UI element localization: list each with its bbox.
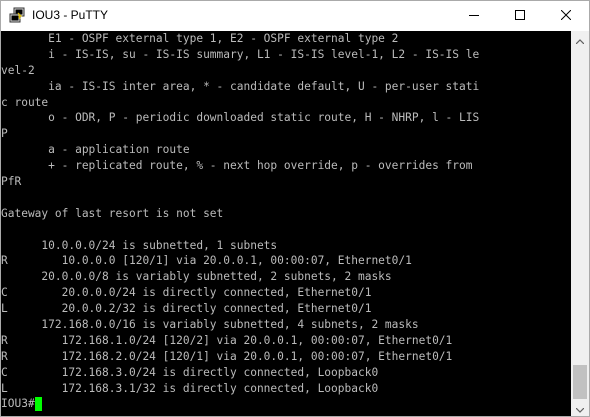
vertical-scrollbar[interactable] bbox=[571, 31, 589, 417]
window-title: IOU3 - PuTTY bbox=[32, 8, 109, 22]
terminal-line: ia - IS-IS inter area, * - candidate def… bbox=[1, 79, 480, 93]
scroll-down-arrow-icon bbox=[575, 400, 585, 417]
terminal-line: i - IS-IS, su - IS-IS summary, L1 - IS-I… bbox=[1, 47, 480, 61]
terminal-line: P bbox=[1, 127, 8, 141]
terminal-line: 10.0.0.0/24 is subnetted, 1 subnets bbox=[1, 238, 278, 252]
close-icon bbox=[560, 7, 572, 25]
terminal-line: 20.0.0.0/8 is variably subnetted, 2 subn… bbox=[1, 270, 392, 284]
terminal-line: + - replicated route, % - next hop overr… bbox=[1, 159, 473, 173]
terminal-line: PfR bbox=[1, 175, 22, 189]
command-prompt: IOU3# bbox=[1, 397, 35, 411]
title-bar[interactable]: IOU3 - PuTTY bbox=[1, 1, 589, 31]
terminal-line: 172.168.0.0/16 is variably subnetted, 4 … bbox=[1, 318, 419, 332]
terminal-line: L 20.0.0.2/32 is directly connected, Eth… bbox=[1, 302, 372, 316]
close-button[interactable] bbox=[543, 1, 589, 31]
text-cursor bbox=[34, 397, 42, 412]
scroll-down-button[interactable] bbox=[571, 400, 589, 417]
terminal-line: R 172.168.1.0/24 [120/2] via 20.0.0.1, 0… bbox=[1, 333, 453, 347]
terminal-line: Gateway of last resort is not set bbox=[1, 206, 224, 220]
minimize-button[interactable] bbox=[451, 1, 497, 31]
terminal-line: E1 - OSPF external type 1, E2 - OSPF ext… bbox=[1, 32, 399, 45]
terminal-line: L 172.168.3.1/32 is directly connected, … bbox=[1, 381, 379, 395]
terminal-line: R 10.0.0.0 [120/1] via 20.0.0.1, 00:00:0… bbox=[1, 254, 412, 268]
scroll-thumb[interactable] bbox=[573, 365, 587, 399]
putty-app-icon[interactable] bbox=[9, 7, 25, 23]
putty-window: IOU3 - PuTTY E1 - OSPF external type 1, … bbox=[0, 0, 590, 417]
command-prompt-line[interactable]: IOU3# bbox=[1, 396, 479, 412]
terminal-output: E1 - OSPF external type 1, E2 - OSPF ext… bbox=[1, 31, 479, 412]
scroll-up-button[interactable] bbox=[571, 31, 589, 48]
minimize-icon bbox=[469, 7, 479, 25]
terminal-line: c route bbox=[1, 95, 49, 109]
terminal-line: a - application route bbox=[1, 143, 190, 157]
scroll-up-arrow-icon bbox=[575, 31, 585, 49]
terminal-line: R 172.168.2.0/24 [120/1] via 20.0.0.1, 0… bbox=[1, 349, 453, 363]
maximize-button[interactable] bbox=[497, 1, 543, 31]
terminal-line: C 172.168.3.0/24 is directly connected, … bbox=[1, 365, 379, 379]
terminal-screen[interactable]: E1 - OSPF external type 1, E2 - OSPF ext… bbox=[1, 31, 571, 416]
terminal-line: o - ODR, P - periodic downloaded static … bbox=[1, 111, 480, 125]
terminal-line: C 20.0.0.0/24 is directly connected, Eth… bbox=[1, 286, 372, 300]
terminal-line: vel-2 bbox=[1, 63, 35, 77]
maximize-icon bbox=[515, 7, 525, 25]
